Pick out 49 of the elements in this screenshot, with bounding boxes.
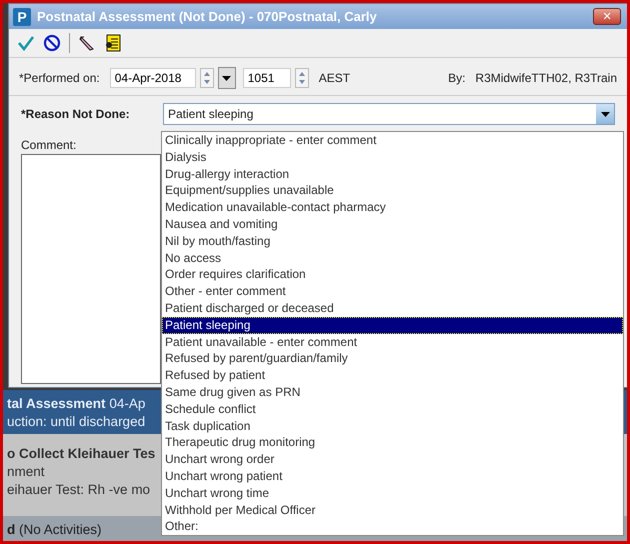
date-field[interactable]: 04-Apr-2018 — [110, 68, 196, 88]
dropdown-option[interactable]: Same drug given as PRN — [162, 384, 623, 401]
dropdown-option[interactable]: Order requires clarification — [162, 266, 623, 284]
background-text: eihauer Test: Rh -ve mo — [7, 482, 150, 497]
window-title: Postnatal Assessment (Not Done) - 070Postnatal, Carly — [37, 9, 378, 24]
dropdown-option[interactable]: No access — [162, 250, 623, 266]
check-icon[interactable] — [17, 34, 35, 52]
time-field[interactable]: 1051 — [242, 68, 291, 88]
dropdown-option[interactable]: Other - enter comment — [162, 283, 623, 300]
dropdown-option[interactable]: Clinically inappropriate - enter comment — [162, 132, 623, 149]
performer-name: R3MidwifeTTH02, R3Train — [475, 71, 617, 85]
background-text: uction: until discharged — [7, 414, 146, 429]
dropdown-option[interactable]: Nausea and vomiting — [162, 216, 623, 233]
dropdown-option[interactable]: Equipment/supplies unavailable — [162, 182, 623, 200]
dropdown-option[interactable]: Therapeutic drug monitoring — [162, 434, 623, 452]
dropdown-option[interactable]: Medication unavailable-contact pharmacy — [162, 199, 623, 216]
dropdown-option[interactable]: Schedule conflict — [162, 400, 623, 418]
date-dropdown-button[interactable] — [218, 67, 236, 89]
performed-label: *Performed on: — [19, 71, 100, 85]
dropdown-option[interactable]: Patient discharged or deceased — [162, 300, 623, 317]
dropdown-option[interactable]: Drug-allergy interaction — [162, 166, 623, 182]
dropdown-option[interactable]: Unchart wrong time — [162, 484, 623, 502]
dropdown-option[interactable]: Unchart wrong order — [162, 451, 623, 468]
dropdown-option[interactable]: Dialysis — [162, 148, 623, 166]
background-text: nment — [7, 464, 45, 479]
cancel-icon[interactable] — [43, 34, 61, 52]
comment-field[interactable] — [21, 154, 161, 384]
notes-icon[interactable] — [104, 34, 122, 52]
background-text: o Collect Kleihauer Tes — [7, 446, 156, 461]
dropdown-option[interactable]: Patient unavailable - enter comment — [162, 334, 623, 350]
reason-label: *Reason Not Done: — [21, 107, 131, 121]
app-logo-icon: P — [13, 8, 31, 26]
dropdown-option[interactable]: Refused by patient — [162, 367, 623, 384]
background-text: d (No Activities) — [7, 522, 102, 537]
dropdown-option[interactable]: Withhold per Medical Officer — [162, 502, 623, 518]
spinner-icon[interactable] — [294, 68, 309, 88]
pencil-icon[interactable] — [78, 34, 96, 52]
by-label: By: — [448, 71, 466, 85]
reason-dropdown[interactable]: Patient sleeping — [163, 103, 615, 125]
dropdown-option[interactable]: Task duplication — [162, 418, 623, 434]
caret-icon — [222, 76, 232, 80]
timezone-label: AEST — [318, 71, 350, 85]
dropdown-option[interactable]: Nil by mouth/fasting — [162, 232, 623, 250]
comment-label: Comment: — [21, 138, 76, 152]
dropdown-option[interactable]: Patient sleeping — [162, 316, 623, 334]
dropdown-option[interactable]: Other: — [162, 518, 623, 536]
dropdown-option[interactable]: Unchart wrong patient — [162, 468, 623, 485]
background-text: tal Assessment 04-Ap — [7, 396, 146, 411]
dropdown-option[interactable]: Refused by parent/guardian/family — [162, 350, 623, 368]
